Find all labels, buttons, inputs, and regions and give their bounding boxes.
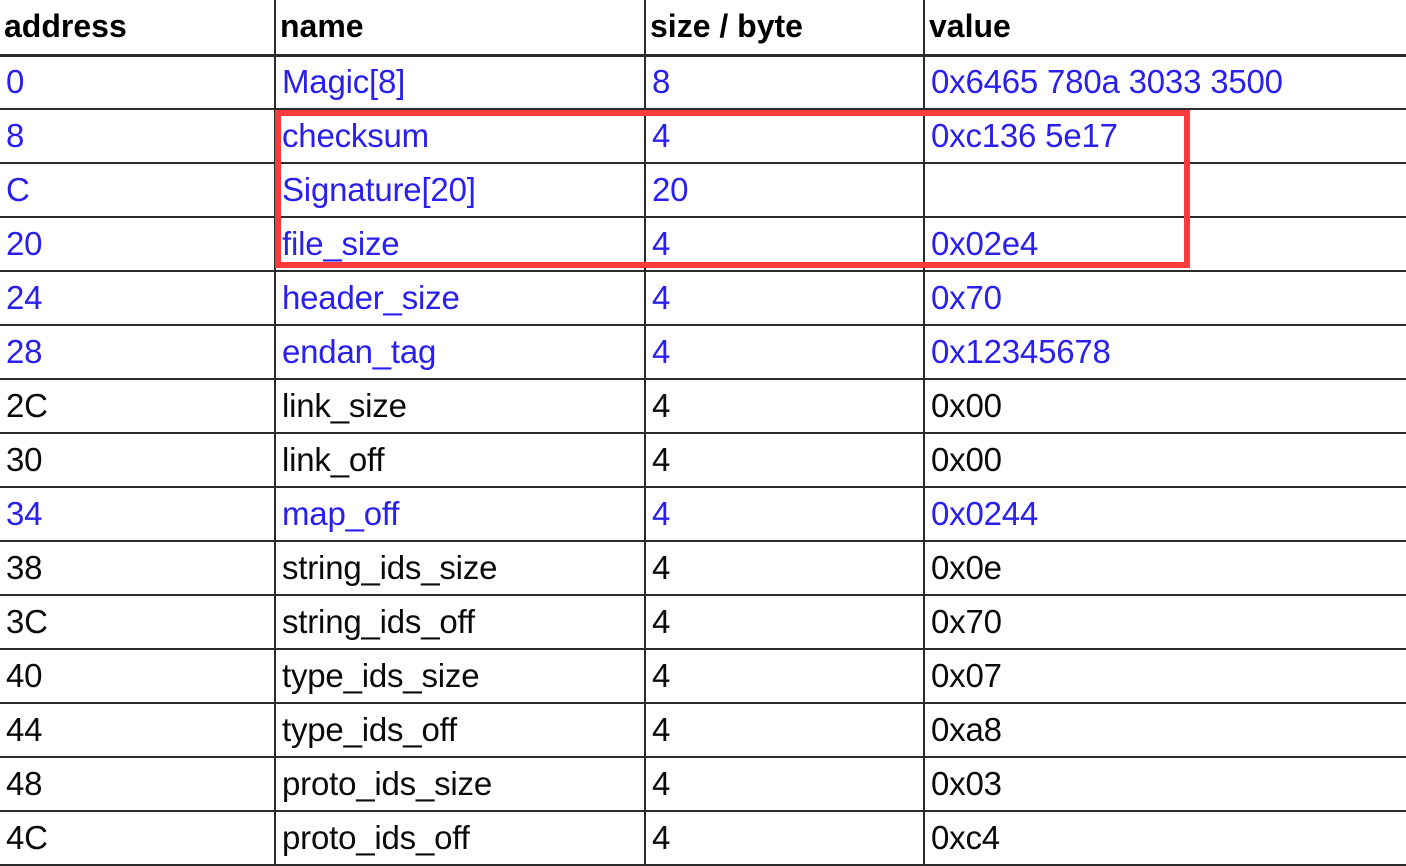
- cell-name: file_size: [275, 217, 646, 272]
- cell-value: 0x0244: [924, 487, 1406, 542]
- cell-address: 2C: [0, 379, 276, 434]
- cell-name: proto_ids_size: [275, 757, 646, 812]
- table-row: 40 type_ids_size 4 0x07: [0, 649, 1406, 704]
- cell-size: 4: [645, 217, 925, 272]
- table-row: 34 map_off 4 0x0244: [0, 487, 1406, 542]
- cell-size: 4: [645, 109, 925, 164]
- cell-address: 38: [0, 541, 276, 596]
- cell-size: 4: [645, 541, 925, 596]
- cell-value: [924, 163, 1406, 218]
- cell-name: endan_tag: [275, 325, 646, 380]
- cell-size: 4: [645, 703, 925, 758]
- cell-name: type_ids_size: [275, 649, 646, 704]
- cell-value: 0x0e: [924, 541, 1406, 596]
- table-row: 44 type_ids_off 4 0xa8: [0, 703, 1406, 758]
- table-row: 0 Magic[8] 8 0x6465 780a 3033 3500: [0, 55, 1406, 110]
- cell-size: 20: [645, 163, 925, 218]
- cell-name: proto_ids_off: [275, 811, 646, 866]
- cell-address: 34: [0, 487, 276, 542]
- cell-address: 0: [0, 55, 276, 110]
- table-header-row: address name size / byte value: [0, 0, 1406, 57]
- cell-address: 3C: [0, 595, 276, 650]
- table-row: 28 endan_tag 4 0x12345678: [0, 325, 1406, 380]
- cell-address: 24: [0, 271, 276, 326]
- cell-name: string_ids_size: [275, 541, 646, 596]
- cell-address: 44: [0, 703, 276, 758]
- cell-size: 4: [645, 325, 925, 380]
- cell-size: 4: [645, 379, 925, 434]
- cell-name: type_ids_off: [275, 703, 646, 758]
- cell-size: 4: [645, 487, 925, 542]
- column-header-name: name: [275, 0, 646, 57]
- cell-size: 4: [645, 811, 925, 866]
- table-row: 48 proto_ids_size 4 0x03: [0, 757, 1406, 812]
- table-row: 2C link_size 4 0x00: [0, 379, 1406, 434]
- cell-address: 8: [0, 109, 276, 164]
- table-row: C Signature[20] 20: [0, 163, 1406, 218]
- cell-name: string_ids_off: [275, 595, 646, 650]
- cell-name: link_off: [275, 433, 646, 488]
- cell-value: 0xa8: [924, 703, 1406, 758]
- table-row: 20 file_size 4 0x02e4: [0, 217, 1406, 272]
- cell-value: 0x12345678: [924, 325, 1406, 380]
- cell-address: 40: [0, 649, 276, 704]
- column-header-size: size / byte: [645, 0, 925, 57]
- cell-value: 0x03: [924, 757, 1406, 812]
- dex-header-table: address name size / byte value 0 Magic[8]…: [0, 0, 1406, 866]
- column-header-value: value: [924, 0, 1406, 57]
- cell-value: 0x02e4: [924, 217, 1406, 272]
- table-row: 4C proto_ids_off 4 0xc4: [0, 811, 1406, 866]
- cell-name: link_size: [275, 379, 646, 434]
- dex-header-table-root: address name size / byte value 0 Magic[8]…: [0, 0, 1406, 866]
- cell-address: 20: [0, 217, 276, 272]
- cell-address: 30: [0, 433, 276, 488]
- cell-value: 0x00: [924, 379, 1406, 434]
- cell-value: 0x00: [924, 433, 1406, 488]
- cell-size: 4: [645, 271, 925, 326]
- cell-name: checksum: [275, 109, 646, 164]
- column-header-address: address: [0, 0, 276, 57]
- table-body: 0 Magic[8] 8 0x6465 780a 3033 3500 8 checksum…: [0, 55, 1406, 866]
- cell-value: 0x70: [924, 271, 1406, 326]
- cell-address: C: [0, 163, 276, 218]
- cell-name: map_off: [275, 487, 646, 542]
- cell-value: 0x6465 780a 3033 3500: [924, 55, 1406, 110]
- cell-size: 4: [645, 433, 925, 488]
- cell-value: 0x70: [924, 595, 1406, 650]
- cell-size: 4: [645, 595, 925, 650]
- cell-size: 4: [645, 649, 925, 704]
- table-row: 8 checksum 4 0xc136 5e17: [0, 109, 1406, 164]
- cell-name: header_size: [275, 271, 646, 326]
- table-row: 3C string_ids_off 4 0x70: [0, 595, 1406, 650]
- table-row: 24 header_size 4 0x70: [0, 271, 1406, 326]
- table-header: address name size / byte value: [0, 0, 1406, 57]
- cell-address: 28: [0, 325, 276, 380]
- cell-address: 4C: [0, 811, 276, 866]
- cell-name: Magic[8]: [275, 55, 646, 110]
- table-row: 30 link_off 4 0x00: [0, 433, 1406, 488]
- cell-address: 48: [0, 757, 276, 812]
- cell-value: 0xc136 5e17: [924, 109, 1406, 164]
- cell-value: 0x07: [924, 649, 1406, 704]
- cell-value: 0xc4: [924, 811, 1406, 866]
- cell-size: 4: [645, 757, 925, 812]
- cell-name: Signature[20]: [275, 163, 646, 218]
- table-row: 38 string_ids_size 4 0x0e: [0, 541, 1406, 596]
- cell-size: 8: [645, 55, 925, 110]
